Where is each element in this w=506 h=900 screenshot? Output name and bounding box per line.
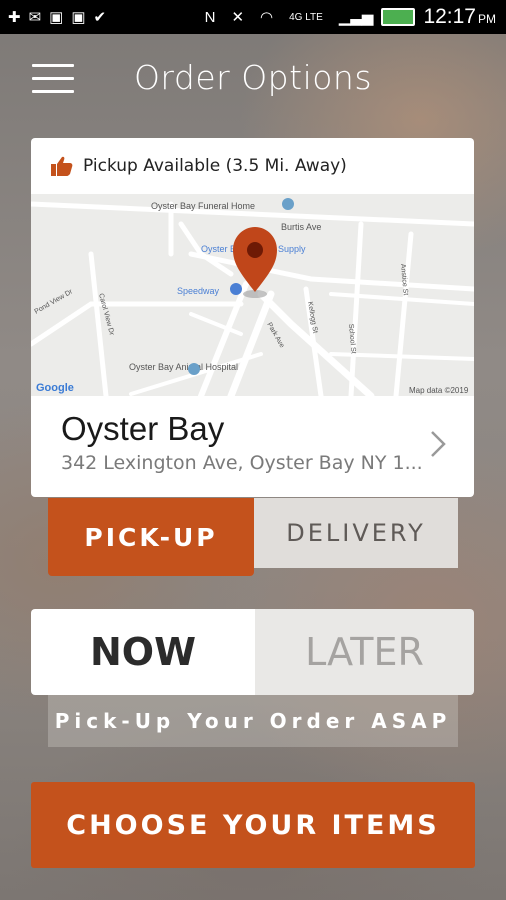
chat-check-icon: ✔ — [93, 9, 107, 26]
store-name: Oyster Bay — [61, 410, 225, 447]
thumbs-up-icon — [51, 156, 73, 176]
wifi-icon: ◠ — [260, 9, 274, 26]
store-address: 342 Lexington Ave, Oyster Bay NY 1... — [61, 452, 421, 474]
location-card: Pickup Available (3.5 Mi. Away) Oyster B… — [31, 138, 474, 497]
mute-icon: ✕ — [231, 9, 245, 26]
pickup-availability: Pickup Available (3.5 Mi. Away) — [31, 138, 474, 194]
code-icon-2: ▣ — [71, 9, 86, 26]
map-label-funeral: Oyster Bay Funeral Home — [151, 201, 255, 211]
delivery-button[interactable]: DELIVERY — [254, 498, 458, 568]
map-label-burtis: Burtis Ave — [281, 222, 321, 232]
app-header: Order Options — [0, 34, 506, 122]
map-label-speedway: Speedway — [177, 286, 220, 296]
map-attribution: Map data ©2019 — [409, 386, 469, 395]
now-button[interactable]: NOW — [31, 609, 255, 695]
availability-text: Pickup Available (3.5 Mi. Away) — [83, 156, 347, 176]
order-type-toggle: PICK-UP DELIVERY — [48, 498, 458, 576]
map-pin-speedway — [230, 283, 242, 295]
store-map[interactable]: Oyster Bay Funeral Home Burtis Ave Oyste… — [31, 194, 474, 396]
chevron-right-icon[interactable] — [430, 430, 446, 458]
add-icon: ✚ — [8, 9, 21, 26]
battery-icon — [381, 8, 416, 26]
store-info[interactable]: Oyster Bay 342 Lexington Ave, Oyster Bay… — [31, 396, 474, 497]
gmail-icon: ✉ — [28, 9, 42, 26]
choose-items-button[interactable]: CHOOSE YOUR ITEMS — [31, 782, 475, 868]
map-pin-hospital — [188, 363, 200, 375]
clock: 12:17 PM — [423, 5, 496, 28]
code-icon: ▣ — [49, 9, 64, 26]
page-title: Order Options — [133, 58, 373, 97]
signal-icon: ▁▃▅ — [338, 9, 374, 26]
map-pin-funeral — [282, 198, 294, 210]
pickup-button[interactable]: PICK-UP — [48, 498, 254, 576]
later-button[interactable]: LATER — [255, 609, 474, 695]
map-graphic: Oyster Bay Funeral Home Burtis Ave Oyste… — [31, 194, 474, 396]
order-time-toggle: NOW LATER — [31, 609, 474, 695]
google-logo: Google — [36, 382, 74, 394]
network-label: 4G LTE — [289, 11, 323, 23]
nfc-icon: N — [204, 8, 216, 26]
order-time-note: Pick-Up Your Order ASAP — [48, 695, 458, 747]
map-label-hospital: Oyster Bay Animal Hospital — [129, 362, 238, 372]
status-bar: ✚ ✉ ▣ ▣ ✔ N ✕ ◠ 4G LTE ▁▃▅ 12:17 PM — [0, 0, 506, 34]
